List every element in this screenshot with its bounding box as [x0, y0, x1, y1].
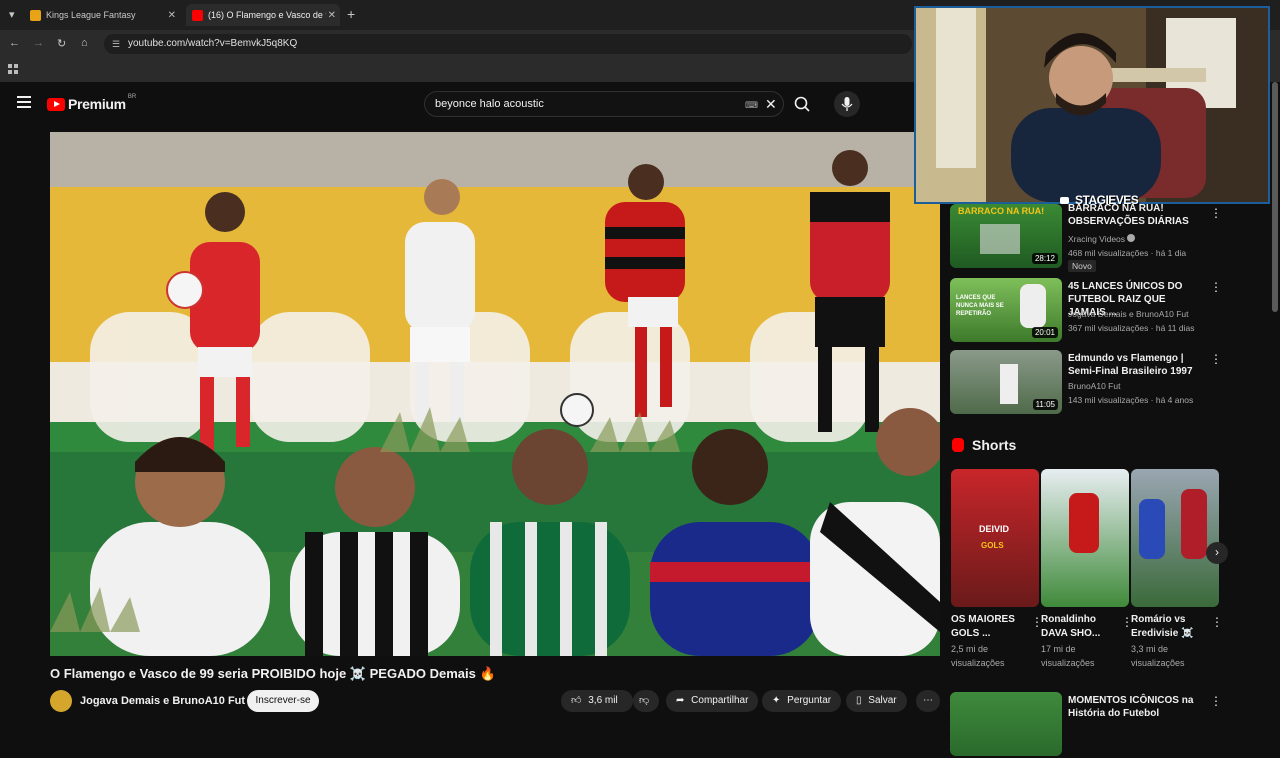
shorts-section-header: Shorts	[952, 437, 1016, 453]
tab-kings-league[interactable]: Kings League Fantasy ✕	[30, 4, 180, 26]
hamburger-menu-icon[interactable]	[17, 96, 31, 108]
country-code: BR	[127, 94, 137, 100]
back-icon[interactable]: ←	[9, 37, 20, 49]
more-options-icon[interactable]: ⋮	[1210, 280, 1222, 294]
like-count: 3,6 mil	[588, 695, 618, 706]
video-thumbnail[interactable]: BARRACO NA RUA! 28:12	[950, 204, 1062, 268]
webcam-feed	[916, 8, 1268, 202]
more-options-icon[interactable]: ⋮	[1210, 206, 1222, 220]
page-scrollbar[interactable]	[1272, 82, 1278, 312]
video-title[interactable]: MOMENTOS ICÔNICOS na História do Futebol	[1068, 694, 1204, 720]
tab-title: Kings League Fantasy	[46, 10, 136, 20]
new-tab-icon[interactable]: +	[347, 6, 355, 22]
video-frame	[50, 132, 940, 656]
short-title[interactable]: OS MAIORES GOLS ...	[951, 613, 1027, 641]
close-tab-icon[interactable]: ✕	[168, 10, 176, 21]
close-tab-icon[interactable]: ✕	[328, 10, 336, 21]
recommended-video[interactable]: LANCES QUE NUNCA MAIS SE REPETIRÃO 20:01…	[950, 278, 1222, 344]
video-title: O Flamengo e Vasco de 99 seria PROIBIDO …	[50, 666, 496, 681]
voice-search-button[interactable]	[834, 91, 860, 117]
home-icon[interactable]: ⌂	[81, 37, 88, 49]
dislike-button[interactable]: 👎︎	[633, 690, 659, 712]
recommended-video[interactable]: MOMENTOS ICÔNICOS na História do Futebol…	[950, 692, 1222, 758]
clear-search-icon[interactable]: ✕	[765, 96, 777, 113]
share-label: Compartilhar	[691, 695, 749, 706]
short-thumbnail[interactable]	[1041, 469, 1129, 607]
sparkle-icon: ✦	[772, 695, 781, 706]
forward-icon[interactable]: →	[33, 37, 44, 49]
shorts-label: Shorts	[972, 437, 1017, 453]
short-thumbnail[interactable]	[1131, 469, 1219, 607]
video-duration: 11:05	[1032, 399, 1058, 410]
short-views: 3,3 mi de visualizações	[1131, 644, 1185, 668]
video-thumbnail[interactable]	[950, 692, 1062, 756]
streamer-webcam	[914, 6, 1270, 204]
more-actions-button[interactable]: ⋯	[916, 690, 940, 712]
reload-icon[interactable]: ↻	[57, 37, 66, 50]
search-box[interactable]: beyonce halo acoustic ⌨ ✕	[424, 91, 784, 117]
apps-grid-icon[interactable]	[8, 64, 18, 74]
save-button[interactable]: ▯ Salvar	[846, 690, 907, 712]
shorts-next-button[interactable]: ›	[1206, 542, 1228, 564]
more-options-icon[interactable]: ⋮	[1210, 694, 1222, 708]
shorts-icon	[952, 438, 964, 452]
short-views: 2,5 mi de visualizações	[951, 644, 1005, 668]
bookmark-icon: ▯	[856, 695, 862, 706]
recommended-video[interactable]: BARRACO NA RUA! 28:12 BARRACO NA RUA! OB…	[950, 202, 1222, 272]
site-info-icon[interactable]: ☰	[112, 34, 120, 54]
video-meta: 468 mil visualizações · há 1 dia	[1068, 248, 1187, 258]
tab-title: (16) O Flamengo e Vasco de 99	[208, 10, 326, 20]
url-text: youtube.com/watch?v=BemvkJ5q8KQ	[128, 38, 298, 49]
address-bar[interactable]: ☰ youtube.com/watch?v=BemvkJ5q8KQ	[104, 34, 912, 54]
new-badge: Novo	[1068, 260, 1096, 272]
logo-text: Premium	[68, 96, 126, 112]
like-button[interactable]: 👍︎ 3,6 mil	[561, 690, 633, 712]
channel-name[interactable]: Jogava Demais e BrunoA10 Fut	[80, 695, 245, 707]
microphone-icon	[841, 97, 853, 111]
video-meta: 143 mil visualizações · há 4 anos	[1068, 395, 1194, 405]
youtube-premium-logo[interactable]: Premium BR	[47, 94, 137, 112]
video-title[interactable]: Edmundo vs Flamengo | Semi-Final Brasile…	[1068, 352, 1204, 378]
thumbs-down-icon: 👎︎	[639, 695, 650, 706]
channel-avatar[interactable]	[50, 690, 72, 712]
more-options-icon[interactable]: ⋮	[1210, 352, 1222, 366]
verified-icon	[1127, 234, 1136, 242]
channel-info[interactable]: Jogava Demais e BrunoA10 Fut	[50, 688, 245, 714]
short-item[interactable]: DEIVID GOLS OS MAIORES GOLS ... 2,5 mi d…	[951, 469, 1043, 670]
search-input[interactable]: beyonce halo acoustic	[435, 98, 544, 110]
ask-button[interactable]: ✦ Perguntar	[762, 690, 842, 712]
youtube-icon	[192, 9, 203, 21]
subscribe-button[interactable]: Inscrever-se	[247, 690, 319, 712]
recommended-video[interactable]: 11:05 Edmundo vs Flamengo | Semi-Final B…	[950, 350, 1222, 416]
save-label: Salvar	[868, 695, 897, 706]
keyboard-icon[interactable]: ⌨	[745, 100, 758, 111]
more-options-icon[interactable]: ⋮	[1211, 615, 1223, 629]
youtube-play-icon	[47, 97, 65, 111]
video-duration: 20:01	[1031, 327, 1058, 338]
short-title[interactable]: Romário vs Eredivisie ☠️	[1131, 613, 1207, 641]
video-title[interactable]: BARRACO NA RUA! OBSERVAÇÕES DIÁRIAS (EP.…	[1068, 202, 1204, 228]
tab-youtube-video[interactable]: (16) O Flamengo e Vasco de 99 ✕	[186, 4, 340, 26]
video-thumbnail[interactable]: LANCES QUE NUNCA MAIS SE REPETIRÃO 20:01	[950, 278, 1062, 342]
video-player[interactable]	[50, 132, 940, 656]
video-channel: Xracing Videos	[1068, 234, 1136, 244]
share-icon: ➦	[676, 695, 685, 706]
thumbs-up-icon: 👍︎	[571, 695, 582, 706]
short-thumbnail[interactable]: DEIVID GOLS	[951, 469, 1039, 607]
short-views: 17 mi de visualizações	[1041, 644, 1095, 668]
short-title[interactable]: Ronaldinho DAVA SHO...	[1041, 613, 1117, 641]
video-channel: BrunoA10 Fut	[1068, 381, 1121, 391]
share-button[interactable]: ➦ Compartilhar	[666, 690, 759, 712]
video-thumbnail[interactable]: 11:05	[950, 350, 1062, 414]
video-meta: 367 mil visualizações · há 11 dias	[1068, 323, 1195, 333]
video-duration: 28:12	[1031, 253, 1058, 264]
kings-league-icon	[30, 9, 41, 21]
search-button[interactable]	[786, 91, 818, 117]
search-icon	[794, 96, 810, 112]
video-channel: Jogava Demais e BrunoA10 Fut	[1068, 309, 1189, 319]
short-item[interactable]: Ronaldinho DAVA SHO... 17 mi de visualiz…	[1041, 469, 1133, 670]
tab-list-chevron-icon[interactable]: ▾	[9, 8, 15, 21]
short-item[interactable]: Romário vs Eredivisie ☠️ 3,3 mi de visua…	[1131, 469, 1223, 670]
ask-label: Perguntar	[787, 695, 832, 706]
